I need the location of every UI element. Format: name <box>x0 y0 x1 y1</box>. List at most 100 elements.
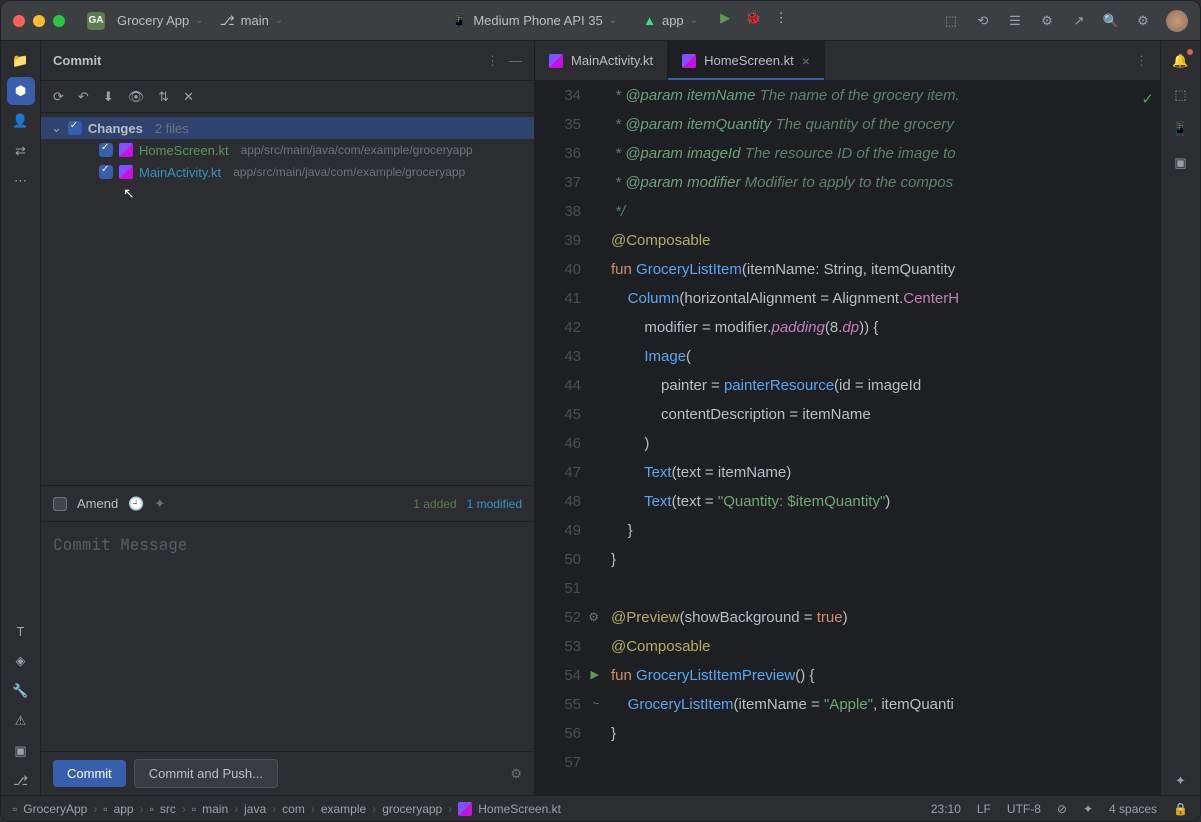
changes-node[interactable]: ⌄ Changes 2 files <box>41 117 534 139</box>
tab-mainactivity[interactable]: MainActivity.kt <box>535 41 668 80</box>
expand-icon[interactable]: ⌄ <box>51 120 62 136</box>
close-tab-icon[interactable]: × <box>802 53 810 69</box>
tab-homescreen[interactable]: HomeScreen.kt × <box>668 41 825 80</box>
file-name: MainActivity.kt <box>139 165 221 180</box>
pull-requests-tool[interactable]: ⇄ <box>7 137 35 165</box>
caret-position[interactable]: 23:10 <box>931 802 961 816</box>
breadcrumb-item[interactable]: HomeScreen.kt <box>478 802 561 816</box>
breadcrumb-item[interactable]: groceryapp <box>382 802 442 816</box>
project-selector[interactable]: GA Grocery App ⌄ <box>79 8 212 34</box>
chevron-down-icon: ⌄ <box>275 15 283 26</box>
more-actions[interactable]: ⋮ <box>772 9 790 27</box>
ai-status-icon[interactable]: ✦ <box>1083 802 1093 816</box>
run-config-selector[interactable]: ▲ app ⌄ <box>635 9 706 33</box>
resource-tool[interactable]: ◈ <box>7 647 35 675</box>
branch-name: main <box>241 13 269 28</box>
analysis-ok-icon[interactable]: ✓ <box>1141 85 1154 114</box>
left-tool-rail: 📁 ⬢ 👤 ⇄ ⋯ T ◈ 🔧 ⚠ ▣ ⎇ <box>1 41 41 795</box>
folder-icon: ▫ <box>192 802 196 816</box>
run-button[interactable]: ▶ <box>716 9 734 27</box>
added-count: 1 added <box>413 497 456 511</box>
encoding[interactable]: UTF-8 <box>1007 802 1041 816</box>
breadcrumb-item[interactable]: example <box>321 802 366 816</box>
commit-panel-header: Commit ⋮ — <box>41 41 534 81</box>
structure-tool[interactable]: 👤 <box>7 107 35 135</box>
file-row[interactable]: HomeScreen.kt app/src/main/java/com/exam… <box>41 139 534 161</box>
branch-icon: ⎇ <box>220 13 235 29</box>
breadcrumb-item[interactable]: main <box>202 802 228 816</box>
terminal-tool[interactable]: ▣ <box>7 737 35 765</box>
commit-message-input[interactable] <box>53 534 522 739</box>
breadcrumb-item[interactable]: src <box>160 802 176 816</box>
amend-label: Amend <box>77 496 118 511</box>
panel-minimize-icon[interactable]: — <box>509 53 522 69</box>
folder-icon: ▫ <box>150 802 154 816</box>
project-tool[interactable]: 📁 <box>7 47 35 75</box>
changelist-icon[interactable]: ⇅ <box>158 89 169 105</box>
diff-icon[interactable]: 👁 <box>128 89 145 105</box>
version-control-tool[interactable]: ⎇ <box>7 767 35 795</box>
close-window[interactable] <box>13 15 25 27</box>
group-icon[interactable]: ✕ <box>183 89 194 105</box>
resource-manager-icon[interactable]: ⟲ <box>974 12 992 30</box>
ai-icon[interactable]: ✦ <box>154 496 165 512</box>
code-with-me-icon[interactable]: ⬚ <box>942 12 960 30</box>
file-row[interactable]: MainActivity.kt app/src/main/java/com/ex… <box>41 161 534 183</box>
breadcrumb-item[interactable]: com <box>282 802 305 816</box>
line-gutter: 34353637383940414243444546474849505152⚙5… <box>535 81 599 795</box>
branch-selector[interactable]: ⎇ main ⌄ <box>212 9 292 33</box>
breadcrumb-item[interactable]: GroceryApp <box>23 802 87 816</box>
avatar[interactable] <box>1166 10 1188 32</box>
debug-button[interactable]: 🐞 <box>744 9 762 27</box>
notifications-tool[interactable]: 🔔 <box>1167 47 1195 75</box>
build-variants-tool[interactable]: 🔧 <box>7 677 35 705</box>
device-selector[interactable]: 📱 Medium Phone API 35 ⌄ <box>443 9 625 33</box>
history-icon[interactable]: 🕘 <box>128 496 144 512</box>
breadcrumb-item[interactable]: app <box>114 802 134 816</box>
file-count: 2 files <box>155 121 189 136</box>
rollback-icon[interactable]: ↶ <box>78 89 89 105</box>
shelve-icon[interactable]: ⬇ <box>103 89 114 105</box>
changes-checkbox[interactable] <box>68 121 82 135</box>
commit-and-push-button[interactable]: Commit and Push... <box>134 759 278 788</box>
more-tools[interactable]: ⋯ <box>7 167 35 195</box>
android-icon: ▲ <box>643 13 656 28</box>
breadcrumbs[interactable]: ▫GroceryApp›▫app›▫src›▫main›java›com›exa… <box>13 802 561 816</box>
commit-tool[interactable]: ⬢ <box>7 77 35 105</box>
app-badge: GA <box>87 12 105 30</box>
tab-options-icon[interactable]: ⋮ <box>1135 53 1148 69</box>
settings-icon[interactable]: ⚙ <box>1134 12 1152 30</box>
file-checkbox[interactable] <box>99 143 113 157</box>
gradle-tool[interactable]: ⬚ <box>1167 81 1195 109</box>
breadcrumb-item[interactable]: java <box>244 802 266 816</box>
ai-assistant-tool[interactable]: ✦ <box>1167 767 1195 795</box>
code-editor[interactable]: ✓ 34353637383940414243444546474849505152… <box>535 81 1160 795</box>
file-checkbox[interactable] <box>99 165 113 179</box>
lock-icon[interactable]: 🔒 <box>1173 802 1188 816</box>
code-content[interactable]: * @param itemName The name of the grocer… <box>599 81 1160 795</box>
layout-inspector-icon[interactable]: ☰ <box>1006 12 1024 30</box>
device-manager-tool[interactable]: 📱 <box>1167 115 1195 143</box>
line-separator[interactable]: LF <box>977 802 991 816</box>
chevron-down-icon: ⌄ <box>690 15 698 26</box>
commit-title: Commit <box>53 53 101 68</box>
sync-icon[interactable]: ⚙ <box>1038 12 1056 30</box>
maximize-window[interactable] <box>53 15 65 27</box>
running-devices-tool[interactable]: ▣ <box>1167 149 1195 177</box>
commit-settings-icon[interactable]: ⚙ <box>510 766 522 782</box>
problems-tool[interactable]: ⚠ <box>7 707 35 735</box>
commit-message-area <box>41 521 534 751</box>
run-config-name: app <box>662 13 684 28</box>
commit-toolbar: ⟳ ↶ ⬇ 👁 ⇅ ✕ <box>41 81 534 113</box>
minimize-window[interactable] <box>33 15 45 27</box>
commit-button[interactable]: Commit <box>53 760 126 787</box>
search-icon[interactable]: 🔍 <box>1102 12 1120 30</box>
text-tool[interactable]: T <box>7 617 35 645</box>
refresh-icon[interactable]: ⟳ <box>53 89 64 105</box>
commit-update-icon[interactable]: ↗ <box>1070 12 1088 30</box>
folder-icon: ▫ <box>13 802 17 816</box>
amend-checkbox[interactable] <box>53 497 67 511</box>
readonly-icon[interactable]: ⊘ <box>1057 802 1067 816</box>
panel-options-icon[interactable]: ⋮ <box>486 53 499 69</box>
indent[interactable]: 4 spaces <box>1109 802 1157 816</box>
